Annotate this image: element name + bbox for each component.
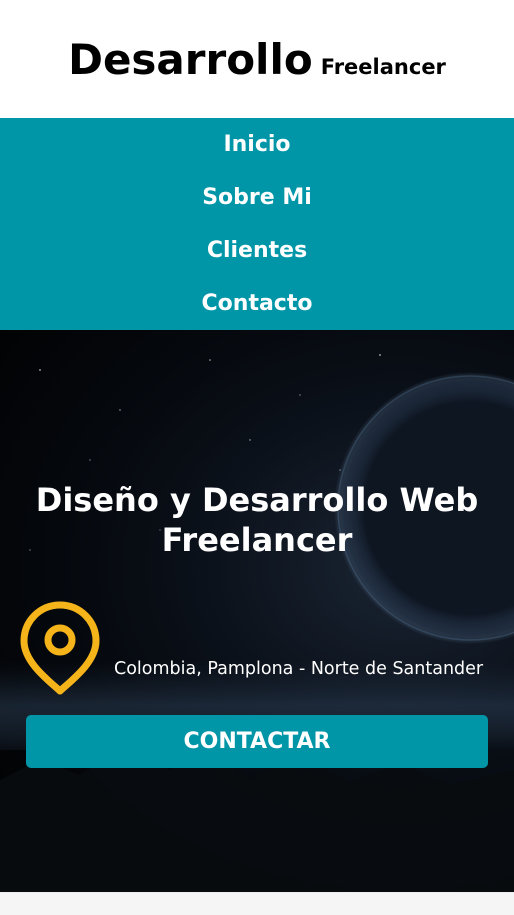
site-logo[interactable]: Desarrollo Freelancer: [0, 34, 514, 86]
location-text: Colombia, Pamplona - Norte de Santander: [114, 659, 484, 679]
map-pin-icon: [20, 601, 100, 695]
main-navigation: Inicio Sobre Mi Clientes Contacto: [0, 118, 514, 330]
site-header: Desarrollo Freelancer: [0, 0, 514, 118]
hero-section: Diseño y Desarrollo Web Freelancer Colom…: [0, 330, 514, 892]
nav-item-contacto[interactable]: Contacto: [0, 277, 514, 330]
logo-sub-text: Freelancer: [320, 55, 446, 79]
nav-item-sobre-mi[interactable]: Sobre Mi: [0, 171, 514, 224]
hero-title: Diseño y Desarrollo Web Freelancer: [35, 481, 479, 559]
bottom-edge: [0, 892, 514, 915]
nav-item-clientes[interactable]: Clientes: [0, 224, 514, 277]
logo-main-text: Desarrollo: [68, 35, 313, 84]
contactar-button[interactable]: CONTACTAR: [26, 715, 488, 768]
nav-item-inicio[interactable]: Inicio: [0, 118, 514, 171]
